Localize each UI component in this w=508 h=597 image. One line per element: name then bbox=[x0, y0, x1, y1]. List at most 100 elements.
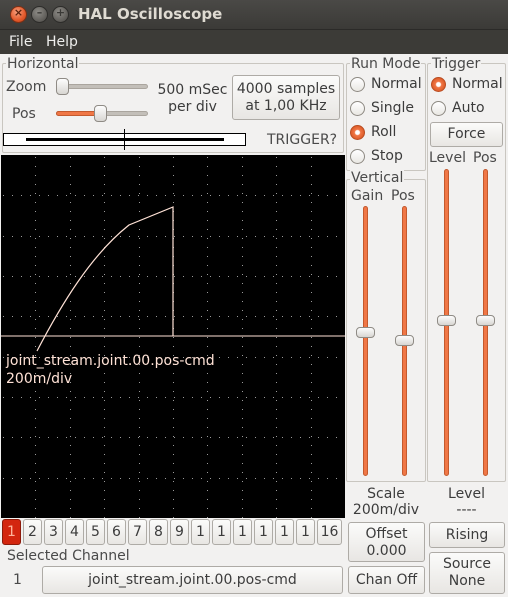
grid-dot bbox=[318, 437, 319, 438]
channel-button-11[interactable]: 1 bbox=[212, 519, 231, 545]
trigger-level-slider-thumb[interactable] bbox=[437, 315, 456, 326]
grid-dot bbox=[139, 247, 140, 248]
scope-display[interactable] bbox=[1, 155, 345, 518]
grid-dot bbox=[70, 238, 71, 239]
channel-button-15[interactable]: 1 bbox=[296, 519, 315, 545]
grid-dot bbox=[70, 472, 71, 473]
channel-button-6[interactable]: 6 bbox=[107, 519, 126, 545]
grid-dot bbox=[291, 437, 292, 438]
channel-button-5[interactable]: 5 bbox=[86, 519, 105, 545]
grid-dot bbox=[138, 397, 139, 398]
run-mode-stop-label[interactable]: Stop bbox=[371, 148, 403, 164]
grid-dot bbox=[84, 195, 85, 196]
grid-dot bbox=[12, 478, 13, 479]
grid-dot bbox=[291, 276, 292, 277]
trigger-normal-radio[interactable] bbox=[431, 77, 446, 92]
menu-file[interactable]: File bbox=[9, 34, 32, 50]
grid-dot bbox=[207, 310, 208, 311]
horizontal-pos-slider-thumb[interactable] bbox=[93, 105, 107, 122]
channel-button-10[interactable]: 1 bbox=[191, 519, 210, 545]
trace-channel-scale: 200m/div bbox=[6, 371, 73, 387]
channel-button-16[interactable]: 16 bbox=[317, 519, 342, 545]
minimize-window-button[interactable]: – bbox=[31, 6, 48, 23]
grid-dot bbox=[139, 301, 140, 302]
trigger-source-button[interactable]: Source None bbox=[429, 552, 505, 594]
grid-dot bbox=[291, 195, 292, 196]
run-mode-single-radio[interactable] bbox=[350, 101, 365, 116]
grid-dot bbox=[21, 236, 22, 237]
channel-button-2[interactable]: 2 bbox=[23, 519, 42, 545]
acquire-setup-button[interactable]: 4000 samples at 1,00 KHz bbox=[232, 75, 340, 120]
zoom-slider-thumb[interactable] bbox=[56, 78, 69, 95]
grid-dot bbox=[207, 283, 208, 284]
zoom-slider-track[interactable] bbox=[56, 84, 148, 89]
run-mode-single-label[interactable]: Single bbox=[371, 100, 414, 116]
selected-channel-name-button[interactable]: joint_stream.joint.00.pos-cmd bbox=[42, 566, 343, 594]
channel-button-3[interactable]: 3 bbox=[44, 519, 63, 545]
menu-help[interactable]: Help bbox=[46, 34, 78, 50]
grid-dot bbox=[219, 195, 220, 196]
grid-dot bbox=[35, 472, 36, 473]
grid-dot bbox=[35, 454, 36, 455]
channel-button-1[interactable]: 1 bbox=[2, 519, 21, 545]
channel-button-13[interactable]: 1 bbox=[254, 519, 273, 545]
grid-dot bbox=[129, 397, 130, 398]
force-trigger-button[interactable]: Force bbox=[430, 122, 503, 147]
grid-dot bbox=[276, 472, 277, 473]
grid-dot bbox=[336, 397, 337, 398]
grid-dot bbox=[276, 364, 277, 365]
channel-button-4[interactable]: 4 bbox=[65, 519, 84, 545]
trigger-pos-slider-thumb[interactable] bbox=[476, 315, 495, 326]
grid-dot bbox=[201, 276, 202, 277]
grid-dot bbox=[246, 276, 247, 277]
grid-dot bbox=[35, 346, 36, 347]
grid-dot bbox=[237, 478, 238, 479]
grid-dot bbox=[35, 337, 36, 338]
grid-dot bbox=[21, 397, 22, 398]
maximize-window-button[interactable]: + bbox=[52, 6, 69, 23]
run-mode-stop-radio[interactable] bbox=[350, 149, 365, 164]
grid-dot bbox=[207, 256, 208, 257]
grid-dot bbox=[70, 202, 71, 203]
trigger-auto-radio[interactable] bbox=[431, 101, 446, 116]
offset-button[interactable]: Offset 0.000 bbox=[348, 522, 425, 562]
grid-dot bbox=[327, 478, 328, 479]
gain-slider-track[interactable] bbox=[363, 206, 368, 476]
grid-dot bbox=[276, 400, 277, 401]
close-window-button[interactable]: × bbox=[10, 6, 27, 23]
grid-dot bbox=[35, 409, 36, 410]
grid-dot bbox=[70, 301, 71, 302]
grid-dot bbox=[173, 472, 174, 473]
trigger-auto-label[interactable]: Auto bbox=[452, 100, 485, 116]
channel-button-7[interactable]: 7 bbox=[128, 519, 147, 545]
vertical-pos-slider-thumb[interactable] bbox=[395, 335, 414, 346]
gain-slider-thumb[interactable] bbox=[356, 327, 375, 338]
channel-button-12[interactable]: 1 bbox=[233, 519, 252, 545]
record-length-bar[interactable] bbox=[3, 129, 246, 150]
run-mode-normal-radio[interactable] bbox=[350, 77, 365, 92]
trigger-normal-label[interactable]: Normal bbox=[452, 76, 503, 92]
pos-label: Pos bbox=[12, 106, 36, 122]
grid-dot bbox=[242, 355, 243, 356]
run-mode-roll-radio[interactable] bbox=[350, 125, 365, 140]
grid-dot bbox=[311, 319, 312, 320]
channel-button-14[interactable]: 1 bbox=[275, 519, 294, 545]
trigger-edge-button[interactable]: Rising bbox=[429, 522, 505, 548]
channel-button-8[interactable]: 8 bbox=[149, 519, 168, 545]
grid-dot bbox=[139, 337, 140, 338]
grid-dot bbox=[207, 490, 208, 491]
grid-dot bbox=[276, 211, 277, 212]
grid-dot bbox=[39, 236, 40, 237]
chan-off-button[interactable]: Chan Off bbox=[348, 566, 425, 594]
grid-dot bbox=[35, 175, 36, 176]
grid-dot bbox=[219, 397, 220, 398]
grid-dot bbox=[35, 319, 36, 320]
grid-dot bbox=[104, 499, 105, 500]
grid-dot bbox=[120, 478, 121, 479]
grid-dot bbox=[207, 517, 208, 518]
trigger-source-value: None bbox=[448, 573, 486, 589]
run-mode-normal-label[interactable]: Normal bbox=[371, 76, 422, 92]
grid-dot bbox=[139, 157, 140, 158]
channel-button-9[interactable]: 9 bbox=[170, 519, 189, 545]
run-mode-roll-label[interactable]: Roll bbox=[371, 124, 396, 140]
